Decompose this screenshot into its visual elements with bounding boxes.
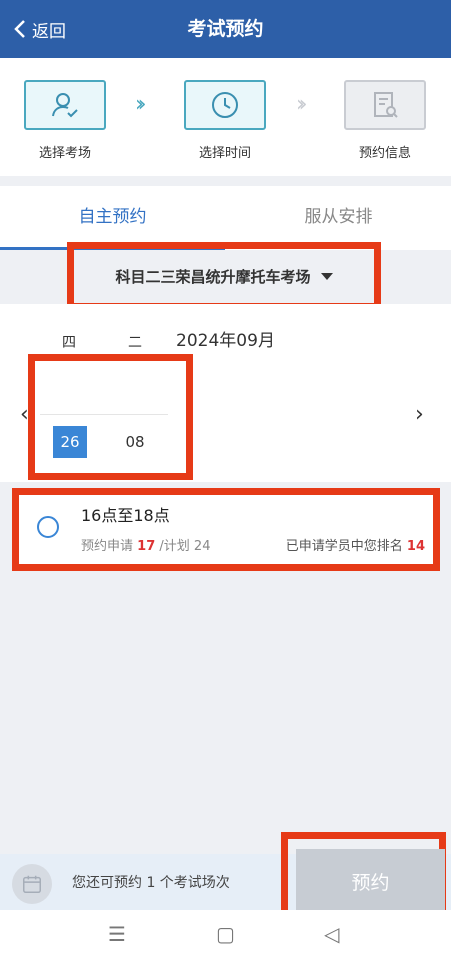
tab-assigned[interactable]: 服从安排 (226, 186, 451, 250)
slot-quota: 预约申请 17 /计划 24 (81, 535, 210, 554)
next-chevron-icon[interactable]: › (415, 402, 424, 427)
slot-time: 16点至18点 (81, 506, 170, 525)
date-picker: 2024年09月 ‹ › 四 二 26 08 (0, 304, 451, 482)
book-button[interactable]: 预约 (296, 849, 445, 913)
day-cell[interactable]: 08 (118, 426, 152, 458)
user-check-icon (52, 93, 78, 118)
home-icon[interactable]: ▢ (216, 922, 235, 946)
time-slot-item[interactable]: 16点至18点 预约申请 17 /计划 24 已申请学员中您排名 14 (12, 488, 440, 571)
step-label-info: 预约信息 (358, 146, 411, 161)
date-highlight-box (28, 354, 193, 480)
system-nav-bar: ☰ ▢ ◁ (0, 910, 451, 964)
back-triangle-icon[interactable]: ◁ (324, 922, 339, 946)
weekday-label: 二 (128, 335, 142, 351)
caret-down-icon (320, 272, 333, 280)
menu-icon[interactable]: ☰ (108, 922, 126, 946)
plan-label: /计划 (159, 539, 190, 554)
rank-value: 14 (406, 539, 425, 554)
tab-bar: 自主预约 服从安排 (0, 186, 451, 250)
weekday-divider (40, 414, 168, 415)
applied-count: 17 (137, 539, 156, 554)
applied-label: 预约申请 (81, 539, 134, 554)
document-search-icon (374, 92, 398, 118)
step-select-time (184, 80, 266, 130)
double-chevron-right-icon: ›› (135, 92, 146, 117)
venue-row: 科目二三荣昌统升摩托车考场 (0, 242, 451, 310)
step-indicator: 选择考场 ›› 选择时间 ›› 预约信息 (0, 58, 451, 176)
venue-dropdown[interactable]: 科目二三荣昌统升摩托车考场 (67, 242, 381, 310)
double-chevron-right-icon: ›› (296, 92, 307, 117)
step-select-venue (24, 80, 106, 130)
step-appointment-info (344, 80, 426, 130)
venue-name: 科目二三荣昌统升摩托车考场 (115, 267, 311, 286)
remaining-text: 您还可预约 1 个考试场次 (72, 875, 230, 891)
page-title: 考试预约 (187, 18, 264, 40)
calendar-icon (12, 864, 52, 904)
step-label-time: 选择时间 (198, 146, 251, 161)
step-label-venue: 选择考场 (38, 146, 91, 161)
day-cell-selected[interactable]: 26 (53, 426, 87, 458)
top-bar: 返回 考试预约 (0, 0, 451, 58)
plan-count: 24 (193, 539, 211, 554)
rank-label: 已申请学员中您排名 (285, 539, 403, 554)
clock-icon (212, 92, 238, 118)
slot-rank: 已申请学员中您排名 14 (286, 535, 425, 554)
slot-radio[interactable] (37, 516, 59, 538)
tab-self-booking[interactable]: 自主预约 (0, 186, 225, 250)
weekday-label: 四 (62, 335, 76, 351)
